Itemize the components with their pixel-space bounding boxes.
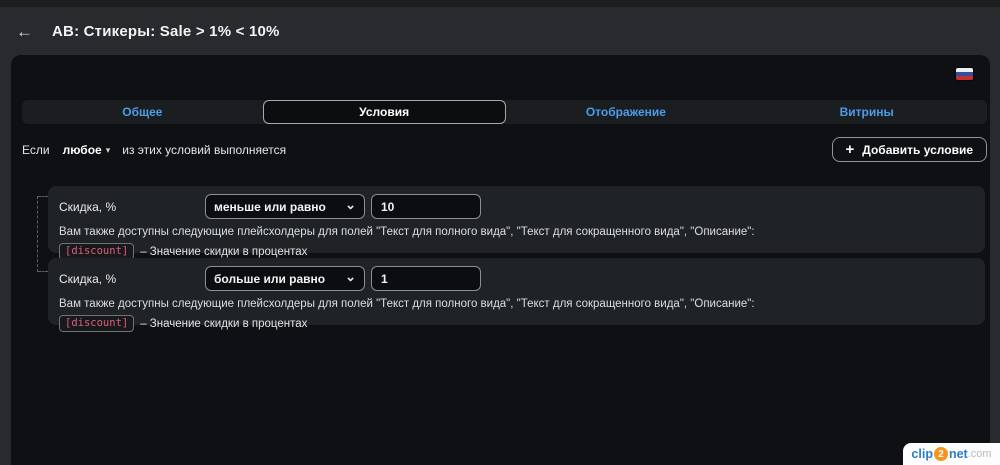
- placeholder-description: – Значение скидки в процентах: [140, 245, 308, 258]
- flag-stripe-red: [956, 76, 973, 80]
- russian-flag-icon[interactable]: [956, 68, 973, 80]
- condition-card: Скидка, % больше или равно ⌄ Вам также д…: [48, 258, 985, 332]
- top-strip: [0, 0, 1000, 7]
- content-panel: Общее Условия Отображение Витрины Если л…: [11, 55, 990, 465]
- condition-field-label: Скидка, %: [59, 199, 117, 214]
- watermark-net-text: net: [948, 447, 968, 461]
- operator-select-value: меньше или равно: [214, 199, 326, 214]
- operator-select-value: больше или равно: [214, 271, 326, 286]
- watermark-clip-text: clip: [911, 447, 933, 461]
- placeholder-description: – Значение скидки в процентах: [140, 317, 308, 330]
- tab-conditions[interactable]: Условия: [262, 100, 506, 124]
- chevron-down-icon: ⌄: [345, 268, 356, 284]
- placeholder-code-chip: [discount]: [59, 315, 135, 332]
- watermark-two-badge: 2: [933, 447, 948, 461]
- condition-value-input[interactable]: [371, 266, 481, 291]
- condition-row: Скидка, % меньше или равно ⌄: [59, 194, 973, 219]
- tree-connector-stub: [38, 271, 48, 272]
- chevron-down-icon: ⌄: [345, 196, 356, 212]
- placeholders-hint-text: Вам также доступны следующие плейсхолдер…: [59, 226, 755, 238]
- tab-showcases[interactable]: Витрины: [746, 100, 987, 124]
- condition-card: Скидка, % меньше или равно ⌄ Вам также д…: [48, 186, 985, 260]
- watermark-com-text: .com: [967, 448, 992, 460]
- plus-icon: +: [845, 141, 855, 158]
- logic-mode-dropdown[interactable]: любое ▾: [63, 143, 111, 157]
- caret-down-icon: ▾: [105, 144, 111, 155]
- add-condition-button[interactable]: + Добавить условие: [831, 137, 987, 162]
- back-arrow-icon[interactable]: ←: [16, 23, 38, 40]
- placeholders-hint-text: Вам также доступны следующие плейсхолдер…: [59, 298, 755, 310]
- logic-mode-value: любое: [62, 142, 102, 157]
- condition-field-label: Скидка, %: [59, 271, 117, 286]
- logic-suffix-text: из этих условий выполняется: [122, 142, 287, 157]
- operator-select[interactable]: больше или равно ⌄: [205, 266, 365, 291]
- logic-prefix-text: Если: [22, 142, 50, 157]
- tree-connector: [37, 196, 48, 272]
- placeholder-row: [discount] – Значение скидки в процентах: [59, 315, 973, 332]
- tab-bar: Общее Условия Отображение Витрины: [22, 100, 987, 124]
- tab-display[interactable]: Отображение: [506, 100, 747, 124]
- condition-row: Скидка, % больше или равно ⌄: [59, 266, 973, 291]
- clip2net-watermark: clip 2 net .com: [903, 443, 1000, 465]
- header: ← AB: Стикеры: Sale > 1% < 10%: [0, 7, 1000, 55]
- page-title: AB: Стикеры: Sale > 1% < 10%: [52, 22, 280, 40]
- operator-select[interactable]: меньше или равно ⌄: [205, 194, 365, 219]
- add-condition-label: Добавить условие: [862, 142, 973, 157]
- tab-general[interactable]: Общее: [22, 100, 263, 124]
- tree-connector-stub: [38, 196, 48, 197]
- condition-value-input[interactable]: [371, 194, 481, 219]
